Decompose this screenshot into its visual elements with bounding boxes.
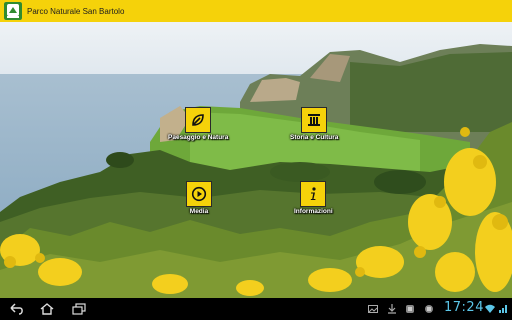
app-icon[interactable] (405, 304, 415, 314)
home-icon[interactable] (38, 301, 56, 317)
back-icon[interactable] (8, 301, 26, 317)
system-navigation-bar: 17:24 (0, 298, 512, 320)
menu-paesaggio-natura[interactable]: Paesaggio e Natura (168, 107, 228, 141)
wifi-icon (485, 304, 495, 313)
menu-storia-cultura[interactable]: Storia e Cultura (290, 107, 338, 141)
app-title-bar: Parco Naturale San Bartolo (0, 0, 512, 22)
download-icon[interactable] (387, 304, 397, 314)
recent-apps-icon[interactable] (70, 301, 88, 317)
menu-label: Informazioni (294, 208, 333, 215)
park-logo-icon[interactable] (4, 2, 22, 20)
app-title: Parco Naturale San Bartolo (27, 6, 125, 16)
menu-label: Storia e Cultura (290, 134, 339, 141)
leaf-icon (185, 107, 212, 133)
clock: 17:24 (444, 300, 484, 315)
signal-icon (499, 305, 507, 313)
menu-label: Media (189, 208, 209, 215)
column-icon (301, 107, 328, 133)
play-icon (186, 181, 212, 207)
gallery-icon[interactable] (368, 304, 378, 314)
menu-media[interactable]: Media (186, 181, 212, 215)
app-icon-2[interactable] (424, 304, 434, 314)
landscape-background (0, 22, 512, 298)
menu-informazioni[interactable]: Informazioni (294, 181, 333, 215)
menu-label: Paesaggio e Natura (168, 134, 229, 141)
info-icon (300, 181, 327, 207)
